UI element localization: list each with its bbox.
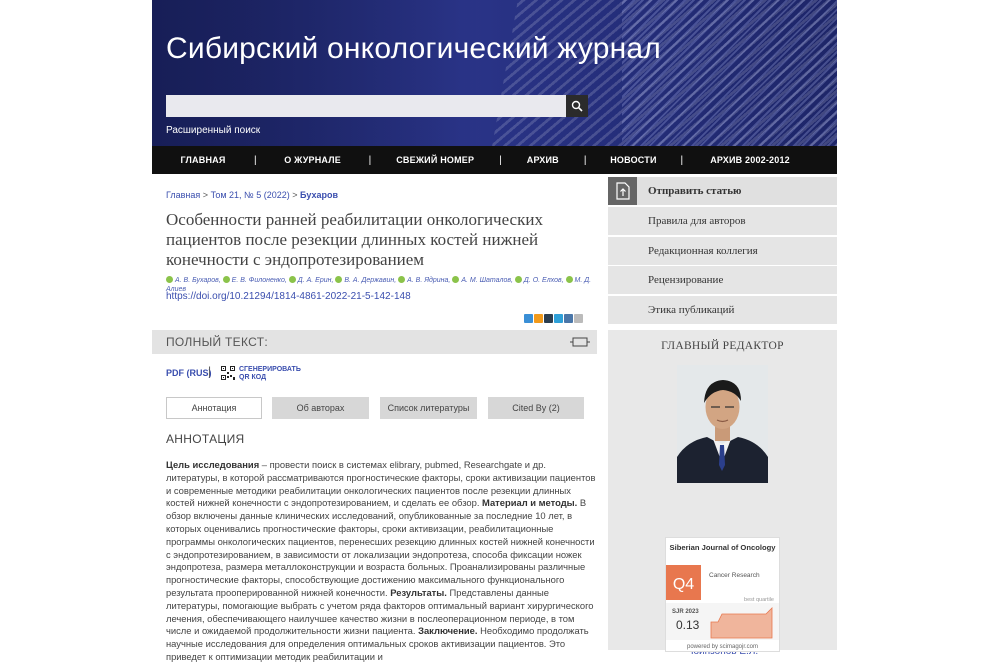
share-ok-icon[interactable] — [534, 314, 543, 323]
sjr-widget[interactable]: Siberian Journal of Oncology Q4 Cancer R… — [665, 537, 780, 652]
search-button[interactable] — [566, 95, 588, 117]
sidebar-item-author-guidelines[interactable]: Правила для авторов — [608, 207, 837, 235]
orcid-icon[interactable] — [565, 276, 573, 283]
breadcrumb-issue[interactable]: Том 21, № 5 (2022) — [211, 190, 290, 200]
sjr-value: 0.13 — [676, 618, 700, 632]
generate-qr-link[interactable]: СГЕНЕРИРОВАТЬ QR КОД — [239, 366, 301, 382]
article-title: Особенности ранней реабилитации онкологи… — [166, 210, 543, 269]
share-x-icon[interactable] — [544, 314, 553, 323]
site-header: Сибирский онкологический журнал Расширен… — [152, 0, 837, 146]
nav-item-about[interactable]: О ЖУРНАЛЕ — [257, 155, 369, 165]
share-icon[interactable] — [524, 314, 533, 323]
nav-item-archive[interactable]: АРХИВ — [502, 155, 584, 165]
nav-item-archive-2002-2012[interactable]: АРХИВ 2002-2012 — [683, 155, 817, 165]
sjr-powered-by: powered by scimagojr.com — [687, 644, 758, 650]
orcid-icon[interactable] — [288, 276, 296, 283]
quartile-label: Q4 — [673, 576, 694, 593]
site-title[interactable]: Сибирский онкологический журнал — [166, 32, 661, 66]
tab-authors[interactable]: Об авторах — [272, 397, 369, 419]
author-link[interactable]: Д. А. Ерин — [298, 277, 332, 284]
breadcrumb-home[interactable]: Главная — [166, 190, 200, 200]
search-icon — [571, 100, 583, 112]
best-quartile-label: best quartile — [744, 597, 774, 603]
editor-photo — [677, 365, 768, 483]
sjr-category: Cancer Research — [709, 572, 760, 579]
fulltext-bar: ПОЛНЫЙ ТЕКСТ: — [152, 330, 597, 354]
tab-abstract[interactable]: Аннотация — [166, 397, 262, 419]
tab-references[interactable]: Список литературы — [380, 397, 477, 419]
author-link[interactable]: А. М. Шаталов — [461, 277, 511, 284]
nav-item-current-issue[interactable]: СВЕЖИЙ НОМЕР — [371, 155, 499, 165]
author-link[interactable]: В. А. Державин — [344, 277, 394, 284]
author-link[interactable]: Д. О. Елхов — [524, 277, 562, 284]
search-input[interactable] — [166, 95, 566, 117]
share-telegram-icon[interactable] — [554, 314, 563, 323]
share-copy-icon[interactable] — [574, 314, 583, 323]
header-pattern-accent — [622, 0, 837, 146]
sjr-year-label: SJR 2023 — [672, 609, 699, 615]
abstract-text: Цель исследования – провести поиск в сис… — [166, 459, 596, 662]
orcid-icon[interactable] — [335, 276, 343, 283]
page: Сибирский онкологический журнал Расширен… — [152, 0, 837, 662]
orcid-icon[interactable] — [398, 276, 406, 283]
nav-item-news[interactable]: НОВОСТИ — [586, 155, 680, 165]
doi-link[interactable]: https://doi.org/10.21294/1814-4861-2022-… — [166, 291, 411, 302]
tab-cited-by[interactable]: Cited By (2) — [488, 397, 584, 419]
share-buttons — [524, 314, 583, 323]
fulltext-label: ПОЛНЫЙ ТЕКСТ: — [166, 335, 268, 349]
author-link[interactable]: Е. В. Филоненко — [232, 277, 285, 284]
main-nav: ГЛАВНАЯ | О ЖУРНАЛЕ | СВЕЖИЙ НОМЕР | АРХ… — [152, 146, 837, 174]
sidebar-item-publication-ethics[interactable]: Этика публикаций — [608, 296, 837, 324]
qr-code-icon[interactable] — [221, 366, 235, 380]
orcid-icon[interactable] — [514, 276, 522, 283]
advanced-search-link[interactable]: Расширенный поиск — [166, 125, 260, 136]
upload-document-icon — [608, 177, 637, 205]
sidebar-item-submit[interactable]: Отправить статью — [608, 177, 837, 205]
orcid-icon[interactable] — [452, 276, 460, 283]
breadcrumb-current[interactable]: Бухаров — [300, 190, 338, 200]
author-link[interactable]: А. В. Ядрина — [407, 277, 448, 284]
nav-item-home[interactable]: ГЛАВНАЯ — [152, 155, 254, 165]
share-vk-icon[interactable] — [564, 314, 573, 323]
pdf-link[interactable]: PDF (RUS) — [166, 368, 212, 378]
editor-heading: ГЛАВНЫЙ РЕДАКТОР — [661, 340, 784, 352]
author-link[interactable]: А. В. Бухаров — [175, 277, 219, 284]
sidebar-item-peer-review[interactable]: Рецензирование — [608, 266, 837, 294]
sjr-journal-title: Siberian Journal of Oncology — [670, 543, 777, 552]
orcid-icon[interactable] — [166, 276, 173, 283]
breadcrumb: Главная > Том 21, № 5 (2022) > Бухаров — [166, 190, 339, 200]
sidebar-item-editorial-board[interactable]: Редакционная коллегия — [608, 237, 837, 265]
expand-icon[interactable] — [570, 337, 590, 347]
abstract-heading: АННОТАЦИЯ — [166, 432, 245, 446]
orcid-icon[interactable] — [222, 276, 230, 283]
